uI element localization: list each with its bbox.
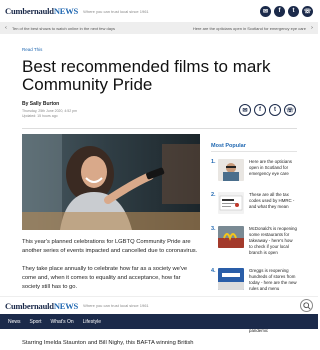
most-popular-item[interactable]: 1. Here are the opticians open in Scotla… [211,159,297,191]
item-number: 3. [211,226,216,232]
item-thumbnail [218,226,244,248]
logo-main-text: Cumbernauld [5,300,54,311]
nav-item-whats-on[interactable]: What's On [50,319,73,325]
most-popular-item[interactable]: 3. McDonald's is reopening some restaura… [211,226,297,258]
item-thumbnail [218,159,244,181]
article-paragraph: This year's planned celebrations for LGB… [22,239,198,254]
facebook-icon[interactable]: f [254,104,266,116]
email-icon[interactable]: ✉ [239,104,251,116]
header-social-links: ✉ f t ☏ [260,5,313,17]
item-number: 1. [211,159,216,165]
item-thumbnail [218,192,244,214]
item-thumbnail [218,268,244,290]
logo-main-text: Cumbernauld [5,6,54,16]
chevron-right-icon[interactable]: › [306,25,318,31]
divider [22,128,297,129]
search-icon [302,301,311,310]
chevron-left-icon[interactable]: ‹ [0,25,12,31]
article-paragraph: They take place annually to celebrate ho… [22,266,188,290]
facebook-icon[interactable]: f [274,5,285,17]
ticker-item[interactable]: Here are the opticians open in Scotland … [161,26,306,31]
site-header: CumbernauldNEWS Where you can trust loca… [0,0,318,22]
logo-news-text: NEWS [53,300,79,311]
nav-item-news[interactable]: News [8,319,21,325]
item-text: These are all the tax codes used by HMRC… [249,192,295,209]
site-logo[interactable]: CumbernauldNEWS [5,6,78,16]
article-date: Thursday, 25th June 2020, 4:52 pm Update… [22,109,77,119]
twitter-icon[interactable]: t [288,5,299,17]
article-byline[interactable]: By Sally Burton [22,101,59,107]
logo-news-text: NEWS [53,6,79,16]
email-icon[interactable]: ✉ [260,5,271,17]
nav-item-sport[interactable]: Sport [30,319,42,325]
article-paragraph: Starring Imelda Staunton and Bill Nighy,… [22,340,194,346]
article-hero-image [22,134,200,230]
divider [211,151,297,152]
twitter-icon[interactable]: t [269,104,281,116]
hero-image-illustration [22,134,200,230]
search-button[interactable] [300,299,313,312]
sticky-header: CumbernauldNEWS Where you can trust loca… [0,296,318,314]
nav-item-lifestyle[interactable]: Lifestyle [83,319,101,325]
site-logo[interactable]: CumbernauldNEWS [5,301,78,311]
site-tagline: Where you can trust local since 1961 [83,8,149,14]
updated-date: Updated: 15 hours ago [22,114,58,118]
site-tagline: Where you can trust local since 1961 [83,303,149,308]
item-number: 4. [211,268,216,274]
section-link[interactable]: Read This [22,47,42,52]
article-headline: Best recommended films to mark Community… [22,57,271,94]
news-ticker: ‹ Ten of the best shows to watch online … [0,22,318,34]
item-text: Greggs is reopening hundreds of stores f… [249,268,297,291]
whatsapp-icon[interactable]: ☏ [302,5,313,17]
ticker-item[interactable]: Ten of the best shows to watch online in… [12,26,161,31]
most-popular-item[interactable]: 2. These are all the tax codes used by H… [211,192,297,224]
item-number: 2. [211,192,216,198]
item-text: McDonald's is reopening some restaurants… [249,226,297,255]
whatsapp-icon[interactable]: ☏ [284,104,296,116]
article-share-buttons: ✉ f t ☏ [239,104,296,116]
item-text: Here are the opticians open in Scotland … [249,159,292,176]
main-navigation: News Sport What's On Lifestyle [0,314,318,329]
most-popular-title: Most Popular [211,143,246,149]
